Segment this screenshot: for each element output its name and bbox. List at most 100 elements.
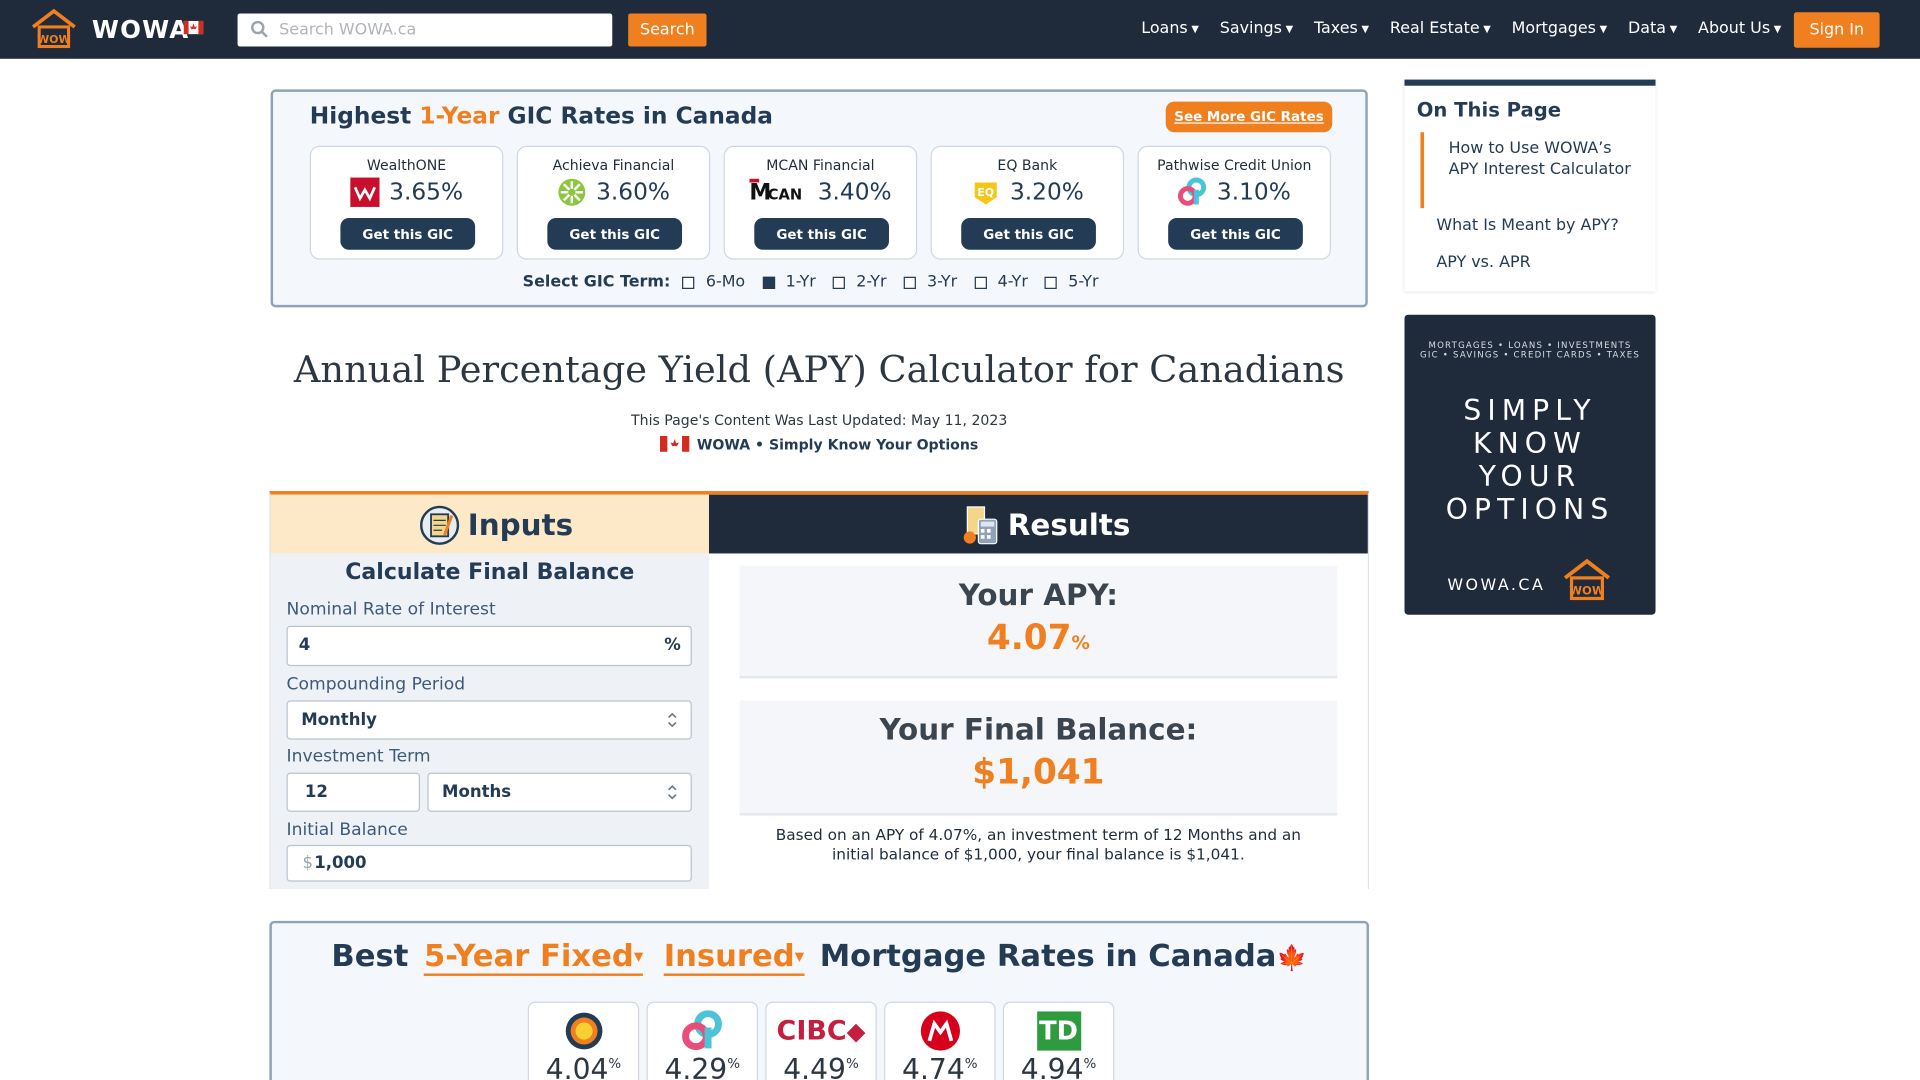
compounding-select[interactable]: Monthly — [286, 700, 692, 740]
menu-loans[interactable]: Loans ▼ — [1141, 20, 1199, 38]
menu-data[interactable]: Data ▼ — [1628, 20, 1677, 38]
search-button[interactable]: Search — [628, 13, 707, 47]
term-option-5yr[interactable]: 5-Yr — [1045, 273, 1099, 291]
bank-name: Achieva Financial — [552, 156, 675, 174]
investment-term-label: Investment Term — [286, 746, 431, 767]
inputs-header: Inputs — [270, 494, 709, 554]
mortgage-title: Best 5-Year Fixed▼ Insured▼ Mortgage Rat… — [272, 937, 1367, 976]
get-gic-button[interactable]: Get this GIC — [754, 217, 889, 250]
menu-real-estate[interactable]: Real Estate ▼ — [1390, 20, 1491, 38]
gic-card: Pathwise Credit Union 3.10% Get this GIC — [1137, 145, 1332, 260]
percent-unit: % — [845, 1055, 859, 1072]
checkbox[interactable] — [833, 276, 846, 289]
mortgage-card[interactable]: 4.29% — [646, 1001, 758, 1080]
menu-label: About Us — [1698, 19, 1771, 38]
percent-unit: % — [1083, 1055, 1097, 1072]
toc-item-apy-vs-apr[interactable]: APY vs. APR — [1436, 252, 1530, 273]
mortgage-card[interactable]: CIBC ◆ 4.49% — [765, 1001, 877, 1080]
nominal-rate-label: Nominal Rate of Interest — [286, 600, 496, 620]
menu-label: Data — [1628, 19, 1667, 38]
caret-down-icon: ▼ — [633, 950, 644, 965]
mcan-logo-icon: MCAN — [749, 178, 802, 206]
checkbox[interactable] — [762, 276, 775, 289]
menu-mortgages[interactable]: Mortgages ▼ — [1512, 20, 1608, 38]
bank-name: Pathwise Credit Union — [1157, 156, 1312, 174]
compounding-value: Monthly — [301, 710, 377, 730]
brand-name[interactable]: WOWA — [92, 15, 190, 44]
mortgage-type-select[interactable]: Insured▼ — [663, 937, 805, 976]
apy-label: Your APY: — [958, 577, 1118, 613]
wowa-logo-icon[interactable]: WOW — [29, 7, 78, 49]
term-option-1yr[interactable]: 1-Yr — [762, 273, 816, 291]
maple-leaf-icon: 🍁 — [1276, 942, 1307, 973]
caret-down-icon: ▼ — [1669, 23, 1678, 35]
menu-about-us[interactable]: About Us ▼ — [1698, 20, 1781, 38]
ad-categories: MORTGAGES • LOANS • INVESTMENTS GIC • SA… — [1405, 340, 1656, 360]
sign-in-button[interactable]: Sign In — [1793, 12, 1880, 48]
gic-term-label: Select GIC Term: — [522, 273, 671, 292]
percent-unit: % — [727, 1055, 740, 1072]
results-icon — [963, 506, 998, 545]
term-option-6mo[interactable]: 6-Mo — [682, 273, 745, 291]
percent-unit: % — [664, 635, 681, 656]
investment-term-value: 12 — [304, 782, 328, 803]
checkbox[interactable] — [974, 276, 987, 289]
cibc-text: CIBC — [776, 1015, 847, 1047]
gic-title: Highest 1-Year GIC Rates in Canada — [310, 103, 773, 130]
get-gic-button[interactable]: Get this GIC — [961, 217, 1096, 250]
mortgage-rate: 4.74 — [902, 1054, 965, 1080]
checkbox[interactable] — [903, 276, 916, 289]
gic-rate: 3.65% — [389, 178, 464, 206]
caret-down-icon: ▼ — [1483, 23, 1491, 35]
menu-savings[interactable]: Savings ▼ — [1220, 20, 1293, 38]
checkbox[interactable] — [682, 276, 695, 289]
mortgage-card[interactable]: 4.74% — [884, 1001, 996, 1080]
wowa-ad-banner[interactable]: MORTGAGES • LOANS • INVESTMENTS GIC • SA… — [1404, 314, 1656, 615]
page-title: Annual Percentage Yield (APY) Calculator… — [293, 348, 1345, 392]
mortgage-card[interactable]: TD 4.94% — [1002, 1001, 1115, 1080]
compounding-label: Compounding Period — [286, 674, 466, 695]
mortgage-rate: 4.04 — [545, 1054, 609, 1080]
get-gic-button[interactable]: Get this GIC — [547, 217, 683, 250]
gic-title-term: 1-Year — [419, 102, 500, 130]
nominal-rate-value: 4 — [298, 635, 311, 656]
initial-balance-input[interactable]: $1,000 — [286, 844, 692, 882]
get-gic-button[interactable]: Get this GIC — [340, 217, 476, 250]
apy-unit: % — [1071, 631, 1090, 654]
term-option-2yr[interactable]: 2-Yr — [833, 273, 887, 291]
menu-taxes[interactable]: Taxes ▼ — [1314, 20, 1369, 38]
checkbox[interactable] — [1045, 276, 1058, 289]
gic-rate: 3.40% — [817, 178, 892, 206]
select-arrows-icon — [668, 785, 677, 800]
term-option-4yr[interactable]: 4-Yr — [974, 273, 1028, 291]
final-balance-result: Your Final Balance: $1,041 — [739, 700, 1338, 816]
mortgage-rate: 4.29 — [664, 1054, 728, 1080]
term-label: 4-Yr — [997, 273, 1028, 292]
bank-name: EQ Bank — [997, 156, 1058, 174]
gic-cards: WealthONE 3.65% Get this GIC Achieva Fin… — [309, 145, 1332, 260]
gic-title-pre: Highest — [309, 102, 412, 130]
canada-flag-icon — [660, 435, 690, 452]
mortgage-cards: 4.04% 4.29% CIBC ◆ 4.49% 4.74% TD 4.94% — [527, 1001, 1115, 1080]
search-input[interactable] — [279, 17, 598, 43]
term-option-3yr[interactable]: 3-Yr — [903, 273, 957, 291]
term-unit-select[interactable]: Months — [427, 772, 692, 812]
menu-label: Real Estate — [1389, 19, 1480, 38]
toc-item-how-to-use[interactable]: How to Use WOWA’s APY Interest Calculato… — [1449, 138, 1633, 180]
term-select-value: 5-Year Fixed — [423, 937, 634, 974]
mortgage-term-select[interactable]: 5-Year Fixed▼ — [423, 937, 644, 976]
ad-slogan-line: YOUR — [1478, 461, 1582, 494]
apy-result: Your APY: 4.07% — [739, 565, 1338, 679]
apy-calculator: Inputs Results Calculate Final Balance N… — [269, 491, 1369, 889]
nominal-rate-input[interactable]: 4 % — [286, 625, 692, 667]
toc-item-what-is-apy[interactable]: What Is Meant by APY? — [1436, 216, 1619, 237]
gic-rate: 3.20% — [1009, 178, 1084, 206]
mortgage-card[interactable]: 4.04% — [527, 1001, 640, 1080]
investment-term-input[interactable]: 12 — [286, 772, 421, 812]
gic-title-post: GIC Rates in Canada — [507, 102, 773, 130]
achieva-logo-icon — [558, 178, 586, 206]
see-more-gic-button[interactable]: See More GIC Rates — [1165, 101, 1333, 133]
gic-rate: 3.60% — [596, 178, 671, 206]
final-balance-label: Your Final Balance: — [879, 712, 1198, 747]
get-gic-button[interactable]: Get this GIC — [1168, 217, 1303, 250]
